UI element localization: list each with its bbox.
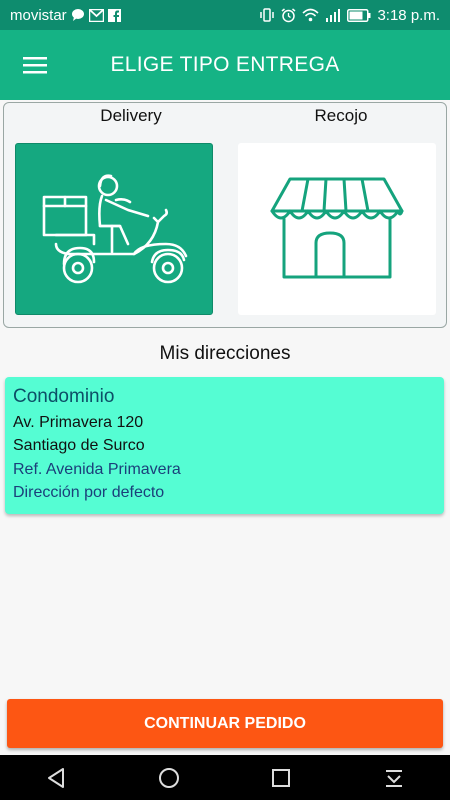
status-time: 3:18 p.m. — [377, 6, 440, 24]
continue-order-button[interactable]: CONTINUAR PEDIDO — [7, 699, 443, 748]
wifi-icon — [302, 8, 319, 22]
alarm-icon — [281, 7, 296, 23]
hamburger-menu-icon — [23, 57, 47, 74]
app-bar: ELIGE TIPO ENTREGA — [0, 30, 450, 100]
battery-icon — [347, 8, 371, 22]
status-right: 3:18 p.m. — [259, 7, 440, 24]
address-card[interactable]: Condominio Av. Primavera 120 Santiago de… — [5, 377, 444, 514]
vibrate-icon — [259, 8, 275, 22]
chat-bubble-icon — [71, 8, 85, 22]
address-default-label: Dirección por defecto — [13, 484, 165, 501]
menu-button[interactable] — [0, 30, 70, 100]
delivery-type-card: Delivery Recojo — [3, 102, 447, 328]
system-nav-bar — [0, 755, 450, 800]
page-title: ELIGE TIPO ENTREGA — [110, 53, 340, 76]
signal-icon — [325, 8, 341, 22]
nav-back-button[interactable] — [36, 758, 76, 798]
status-bar: movistar 3:18 p.m. — [0, 0, 450, 30]
home-icon — [158, 767, 179, 788]
storefront-icon — [270, 177, 404, 279]
address-name: Condominio — [13, 386, 115, 407]
delivery-scooter-icon — [42, 174, 188, 284]
gmail-icon — [88, 8, 104, 22]
status-left: movistar — [10, 7, 121, 24]
nav-home-button[interactable] — [149, 758, 189, 798]
pickup-label: Recojo — [314, 106, 368, 125]
address-district: Santiago de Surco — [13, 437, 145, 454]
carrier-name: movistar — [10, 6, 67, 24]
back-icon — [48, 767, 65, 788]
pickup-option[interactable] — [238, 143, 436, 315]
recents-icon — [272, 768, 291, 787]
delivery-label: Delivery — [100, 106, 162, 125]
nav-notifications-button[interactable] — [374, 758, 414, 798]
addresses-title: Mis direcciones — [159, 343, 291, 364]
nav-recents-button[interactable] — [261, 758, 301, 798]
facebook-icon — [107, 8, 121, 22]
address-reference: Ref. Avenida Primavera — [13, 460, 181, 478]
address-street: Av. Primavera 120 — [13, 413, 144, 431]
delivery-option[interactable] — [15, 143, 213, 315]
notification-drawer-icon — [385, 769, 402, 787]
